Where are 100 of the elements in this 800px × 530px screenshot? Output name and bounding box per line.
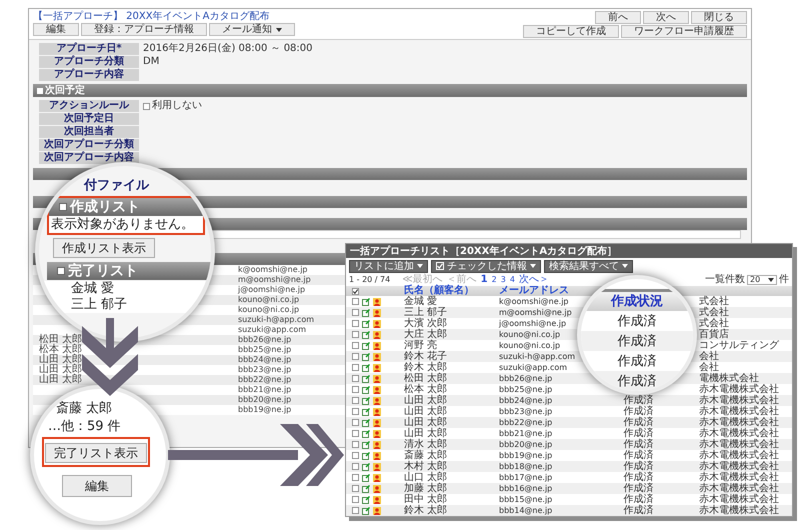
- section-title: 完了リスト: [68, 263, 138, 279]
- edit-icon[interactable]: [362, 330, 370, 338]
- dropdown-button[interactable]: チェックした情報: [431, 260, 541, 272]
- nav-button[interactable]: 次へ: [643, 11, 689, 24]
- checkbox[interactable]: [143, 102, 150, 110]
- contact-icon[interactable]: [373, 484, 381, 492]
- dropdown-button[interactable]: メール通知: [209, 23, 295, 36]
- checkbox[interactable]: [352, 452, 359, 459]
- contact-icon[interactable]: [373, 440, 381, 448]
- dropdown-button[interactable]: 検索結果すべて: [544, 260, 633, 272]
- edit-icon[interactable]: [362, 496, 370, 504]
- contact-icon[interactable]: [373, 364, 381, 372]
- contact-icon[interactable]: [373, 308, 381, 316]
- page-size-select[interactable]: 20: [747, 275, 777, 285]
- contact-icon[interactable]: [373, 496, 381, 504]
- page-link[interactable]: 2: [492, 275, 497, 285]
- edit-icon[interactable]: [362, 320, 370, 328]
- company-cell: 赤木電機株式会社: [699, 506, 779, 516]
- email-cell: bbb15@ne.jp: [499, 494, 552, 504]
- edit-icon[interactable]: [362, 364, 370, 372]
- contact-icon[interactable]: [373, 452, 381, 460]
- edit-icon[interactable]: [362, 440, 370, 448]
- nav-button[interactable]: 前へ: [595, 11, 641, 24]
- checkbox[interactable]: [352, 507, 359, 514]
- collapse-icon[interactable]: [57, 267, 65, 275]
- edit-icon[interactable]: [362, 352, 370, 360]
- column-header[interactable]: メールアドレス: [499, 286, 569, 296]
- edit-icon[interactable]: [362, 298, 370, 306]
- name-cell: 加藤 太郎: [404, 484, 448, 494]
- pagination-link[interactable]: 次へ＞: [518, 275, 549, 285]
- contact-icon[interactable]: [373, 352, 381, 360]
- contact-icon[interactable]: [373, 430, 381, 438]
- edit-icon[interactable]: [362, 474, 370, 482]
- edit-icon[interactable]: [362, 430, 370, 438]
- edit-icon[interactable]: [362, 484, 370, 492]
- checkbox[interactable]: [352, 288, 359, 294]
- contact-icon[interactable]: [373, 462, 381, 470]
- checkbox[interactable]: [352, 463, 359, 470]
- contact-icon[interactable]: [373, 342, 381, 350]
- contact-icon[interactable]: [373, 298, 381, 306]
- edit-icon[interactable]: [362, 462, 370, 470]
- window-title: 一括アプローチリスト［20XX年イベントAカタログ配布］: [350, 246, 618, 256]
- page-link[interactable]: 3: [500, 275, 506, 285]
- collapse-icon[interactable]: [59, 203, 67, 211]
- contact-icon[interactable]: [373, 396, 381, 404]
- edit-icon[interactable]: [362, 408, 370, 416]
- edit-icon[interactable]: [362, 386, 370, 394]
- toolbar-button[interactable]: 登録：アプローチ情報: [81, 23, 207, 36]
- checkbox[interactable]: [352, 474, 359, 481]
- email-text: bbb21@ne.jp: [238, 385, 292, 395]
- checkbox[interactable]: [352, 375, 359, 382]
- page-link[interactable]: 1: [480, 275, 488, 285]
- checkbox[interactable]: [352, 386, 359, 393]
- checkbox[interactable]: [352, 408, 359, 415]
- contact-icon[interactable]: [373, 374, 381, 382]
- checkbox[interactable]: [352, 430, 359, 437]
- contact-icon[interactable]: [373, 418, 381, 426]
- edit-icon[interactable]: [362, 342, 370, 350]
- checkbox[interactable]: [352, 298, 359, 305]
- edit-icon[interactable]: [362, 308, 370, 316]
- email-text: suzuki-h@app.com: [238, 315, 314, 325]
- contact-icon[interactable]: [373, 408, 381, 416]
- checkbox[interactable]: [352, 309, 359, 316]
- edit-icon[interactable]: [362, 396, 370, 404]
- show-creation-list-button[interactable]: 作成リスト表示: [53, 238, 155, 258]
- checkbox[interactable]: [352, 397, 359, 404]
- checkbox[interactable]: [352, 364, 359, 371]
- checkbox[interactable]: [352, 419, 359, 426]
- contact-icon[interactable]: [373, 330, 381, 338]
- collapse-icon[interactable]: [37, 88, 43, 94]
- edit-button[interactable]: 編集: [62, 475, 132, 497]
- contact-icon[interactable]: [373, 474, 381, 482]
- page-link[interactable]: 4: [510, 275, 515, 285]
- edit-icon[interactable]: [362, 452, 370, 460]
- checkbox[interactable]: [352, 485, 359, 492]
- name-cell: 大濱 次郎: [404, 318, 448, 328]
- dropdown-button[interactable]: リストに追加: [349, 260, 428, 272]
- toolbar-button[interactable]: ワークフロー申請履歴: [621, 25, 747, 38]
- contact-icon[interactable]: [373, 320, 381, 328]
- column-header[interactable]: 氏名（顧客名）: [404, 286, 474, 296]
- company-cell: 電機株式会社: [699, 374, 759, 384]
- checkbox[interactable]: [352, 353, 359, 360]
- contact-icon[interactable]: [373, 506, 381, 514]
- company-cell: 会社: [699, 362, 719, 372]
- edit-icon[interactable]: [362, 374, 370, 382]
- nav-button[interactable]: 閉じる: [691, 11, 747, 24]
- toolbar-button[interactable]: 編集: [33, 23, 79, 36]
- checkbox[interactable]: [352, 331, 359, 338]
- checkbox[interactable]: [352, 342, 359, 349]
- edit-icon[interactable]: [362, 418, 370, 426]
- toolbar-button[interactable]: コピーして作成: [523, 25, 619, 38]
- checkbox[interactable]: [352, 441, 359, 448]
- show-done-list-button[interactable]: 完了リスト表示: [45, 443, 147, 463]
- company-cell: 式会社: [699, 318, 729, 328]
- company-cell: 赤木電機株式会社: [699, 462, 779, 472]
- email-cell: bbb14@ne.jp: [499, 506, 552, 516]
- edit-icon[interactable]: [362, 506, 370, 514]
- contact-icon[interactable]: [373, 386, 381, 394]
- checkbox[interactable]: [352, 496, 359, 503]
- checkbox[interactable]: [352, 320, 359, 327]
